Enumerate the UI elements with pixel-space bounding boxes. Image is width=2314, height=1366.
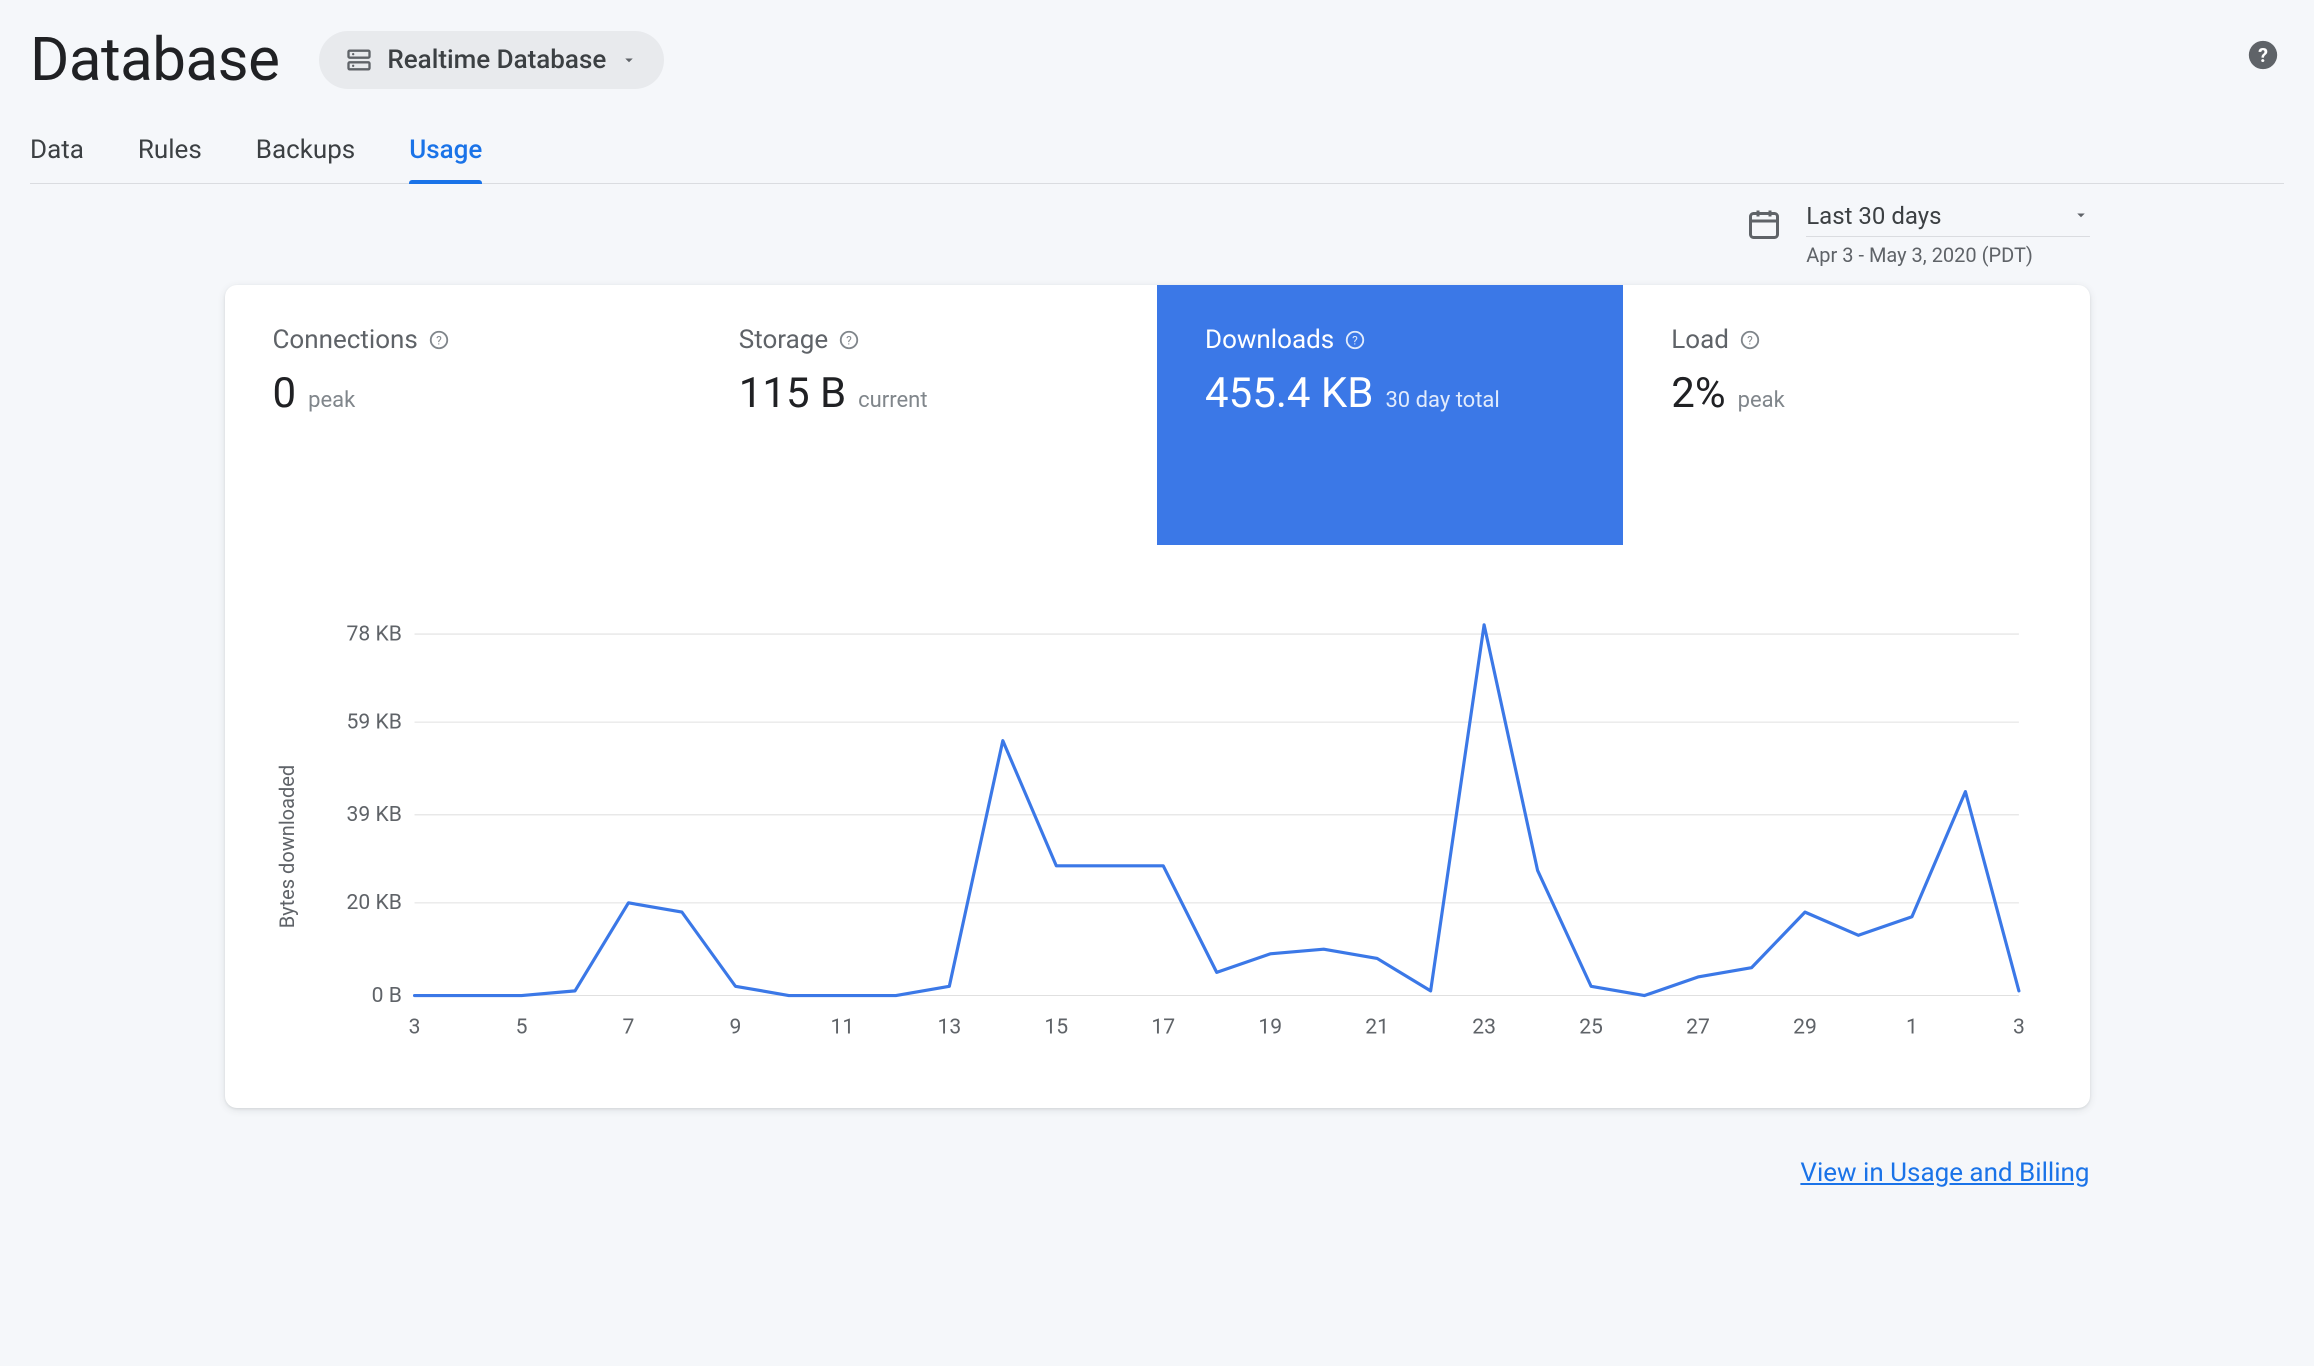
metric-downloads[interactable]: Downloads ? 455.4 KB 30 day total: [1157, 285, 1623, 545]
info-icon[interactable]: ?: [428, 329, 450, 351]
svg-text:78 KB: 78 KB: [346, 621, 401, 646]
database-selector-label: Realtime Database: [387, 45, 606, 75]
info-icon[interactable]: ?: [838, 329, 860, 351]
svg-text:59 KB: 59 KB: [346, 709, 401, 734]
metric-title-text: Load: [1671, 325, 1729, 355]
calendar-icon: [1746, 206, 1782, 242]
svg-text:17: 17: [1151, 1015, 1175, 1040]
metric-title: Downloads ?: [1205, 325, 1575, 355]
svg-text:3: 3: [408, 1015, 420, 1040]
page-title: Database: [30, 24, 279, 95]
metric-value-row: 2% peak: [1671, 369, 2041, 418]
svg-text:?: ?: [1352, 334, 1358, 348]
svg-text:0 B: 0 B: [371, 983, 401, 1008]
metric-sub: current: [858, 388, 927, 413]
date-range-sub: Apr 3 - May 3, 2020 (PDT): [1806, 243, 2089, 267]
usage-card: Connections ? 0 peak Storage ?: [225, 285, 2090, 1108]
svg-text:11: 11: [830, 1015, 854, 1040]
svg-text:23: 23: [1472, 1015, 1496, 1040]
svg-text:19: 19: [1258, 1015, 1282, 1040]
svg-text:27: 27: [1686, 1015, 1710, 1040]
svg-text:?: ?: [436, 334, 442, 348]
svg-text:13: 13: [937, 1015, 961, 1040]
svg-text:?: ?: [1747, 334, 1753, 348]
metric-title: Storage ?: [739, 325, 1109, 355]
metric-storage[interactable]: Storage ? 115 B current: [691, 285, 1157, 545]
page-header: Database Realtime Database ?: [30, 0, 2284, 115]
tab-rules[interactable]: Rules: [138, 125, 202, 183]
metric-title-text: Storage: [739, 325, 828, 355]
help-icon[interactable]: ?: [2246, 38, 2280, 76]
metric-title: Connections ?: [273, 325, 643, 355]
metrics-row: Connections ? 0 peak Storage ?: [225, 285, 2090, 545]
metric-title: Load ?: [1671, 325, 2041, 355]
svg-text:1: 1: [1906, 1015, 1918, 1040]
metric-value-row: 455.4 KB 30 day total: [1205, 369, 1575, 418]
svg-text:29: 29: [1793, 1015, 1817, 1040]
svg-text:39 KB: 39 KB: [346, 802, 401, 827]
svg-text:3: 3: [2012, 1015, 2024, 1040]
svg-text:5: 5: [515, 1015, 527, 1040]
metric-load[interactable]: Load ? 2% peak: [1623, 285, 2089, 545]
svg-text:21: 21: [1365, 1015, 1389, 1040]
database-selector[interactable]: Realtime Database: [319, 31, 664, 89]
info-icon[interactable]: ?: [1739, 329, 1761, 351]
metric-sub: 30 day total: [1385, 388, 1499, 413]
metric-title-text: Downloads: [1205, 325, 1334, 355]
info-icon[interactable]: ?: [1344, 329, 1366, 351]
metric-value: 455.4 KB: [1205, 369, 1373, 418]
dropdown-arrow-icon: [2072, 202, 2090, 230]
tab-data[interactable]: Data: [30, 125, 84, 183]
metric-value: 115 B: [739, 369, 846, 418]
chevron-down-icon: [620, 51, 638, 69]
metric-connections[interactable]: Connections ? 0 peak: [225, 285, 691, 545]
date-range-main: Last 30 days: [1806, 202, 2089, 237]
svg-text:15: 15: [1044, 1015, 1068, 1040]
svg-text:7: 7: [622, 1015, 634, 1040]
svg-text:25: 25: [1579, 1015, 1603, 1040]
downloads-chart: 0 B20 KB39 KB59 KB78 KB35791113151719212…: [309, 605, 2040, 1048]
tabs: Data Rules Backups Usage: [30, 125, 2284, 184]
svg-text:?: ?: [846, 334, 852, 348]
svg-text:?: ?: [2258, 44, 2268, 67]
chart-svg-box: 0 B20 KB39 KB59 KB78 KB35791113151719212…: [309, 605, 2040, 1048]
metric-sub: peak: [308, 388, 355, 413]
view-usage-billing-link[interactable]: View in Usage and Billing: [1800, 1158, 2089, 1188]
metric-value-row: 115 B current: [739, 369, 1109, 418]
svg-text:9: 9: [729, 1015, 741, 1040]
svg-text:20 KB: 20 KB: [346, 890, 401, 915]
tab-usage[interactable]: Usage: [409, 125, 482, 183]
date-range-label: Last 30 days: [1806, 202, 1941, 230]
metric-value: 2%: [1671, 369, 1725, 418]
metric-sub: peak: [1738, 388, 1785, 413]
chart-area: Bytes downloaded 0 B 20 KB 39 KB 59 KB 78 KB…: [225, 545, 2090, 1108]
metric-value: 0: [273, 369, 297, 418]
tab-backups[interactable]: Backups: [256, 125, 355, 183]
chart-wrap: Bytes downloaded 0 B 20 KB 39 KB 59 KB 78 KB…: [275, 605, 2040, 1048]
database-icon: [345, 46, 373, 74]
date-range-text: Last 30 days Apr 3 - May 3, 2020 (PDT): [1806, 202, 2089, 267]
metric-value-row: 0 peak: [273, 369, 643, 418]
content: Last 30 days Apr 3 - May 3, 2020 (PDT) C…: [225, 184, 2090, 1188]
date-range-selector[interactable]: Last 30 days Apr 3 - May 3, 2020 (PDT): [1746, 202, 2089, 267]
footer-link-row: View in Usage and Billing: [225, 1158, 2090, 1188]
y-axis-label: Bytes downloaded: [275, 605, 299, 1048]
metric-title-text: Connections: [273, 325, 418, 355]
date-range-row: Last 30 days Apr 3 - May 3, 2020 (PDT): [225, 202, 2090, 267]
